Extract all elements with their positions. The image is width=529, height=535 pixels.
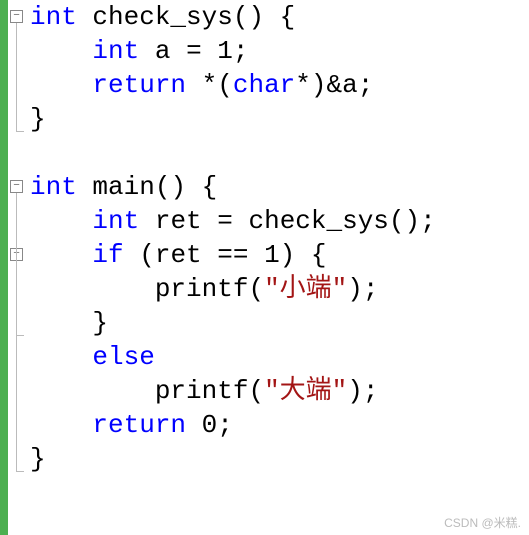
fold-guide-end: [16, 131, 24, 132]
fold-guide-line: [16, 23, 17, 131]
code-token: *(: [202, 70, 233, 100]
code-token: "大端": [264, 376, 347, 406]
code-token: 1: [217, 36, 233, 66]
code-line[interactable]: return *(char*)&a;: [30, 68, 529, 102]
code-token: check_sys: [92, 2, 232, 32]
code-token: [30, 36, 92, 66]
code-token: return: [92, 70, 201, 100]
code-line[interactable]: else: [30, 340, 529, 374]
fold-toggle-icon[interactable]: −: [10, 180, 23, 193]
code-token: if: [92, 240, 139, 270]
code-token: printf: [155, 274, 249, 304]
code-line[interactable]: int check_sys() {: [30, 0, 529, 34]
code-token: (ret ==: [139, 240, 264, 270]
code-token: *)&a;: [295, 70, 373, 100]
code-token: () {: [233, 2, 295, 32]
change-marker-gutter: [0, 0, 8, 535]
code-token: "小端": [264, 274, 347, 304]
code-token: 1: [264, 240, 280, 270]
code-token: =: [186, 36, 217, 66]
code-token: [30, 70, 92, 100]
code-line[interactable]: int main() {: [30, 170, 529, 204]
code-line[interactable]: int ret = check_sys();: [30, 204, 529, 238]
code-token: ret: [155, 206, 217, 236]
fold-gutter: −−−: [8, 0, 28, 535]
code-token: return: [92, 410, 201, 440]
code-token: [30, 274, 155, 304]
code-token: }: [30, 104, 46, 134]
code-token: () {: [155, 172, 217, 202]
code-area[interactable]: int check_sys() { int a = 1; return *(ch…: [28, 0, 529, 535]
code-token: [30, 342, 92, 372]
code-line[interactable]: printf("小端");: [30, 272, 529, 306]
code-line[interactable]: }: [30, 442, 529, 476]
code-token: a: [155, 36, 186, 66]
code-token: else: [92, 342, 154, 372]
code-line[interactable]: return 0;: [30, 408, 529, 442]
fold-toggle-icon[interactable]: −: [10, 10, 23, 23]
code-token: int: [92, 206, 154, 236]
code-token: 0: [202, 410, 218, 440]
code-token: =: [217, 206, 248, 236]
code-line[interactable]: if (ret == 1) {: [30, 238, 529, 272]
fold-guide-line: [16, 261, 17, 335]
code-line[interactable]: }: [30, 102, 529, 136]
code-token: ;: [233, 36, 249, 66]
code-token: check_sys: [248, 206, 388, 236]
code-line[interactable]: printf("大端");: [30, 374, 529, 408]
code-token: printf: [155, 376, 249, 406]
code-token: [30, 206, 92, 236]
code-token: [30, 376, 155, 406]
code-editor: −−− int check_sys() { int a = 1; return …: [0, 0, 529, 535]
code-token: int: [92, 36, 154, 66]
code-token: [30, 240, 92, 270]
code-token: ) {: [280, 240, 327, 270]
code-token: }: [30, 308, 108, 338]
code-line[interactable]: }: [30, 306, 529, 340]
code-token: (: [248, 376, 264, 406]
code-token: main: [92, 172, 154, 202]
fold-guide-end: [16, 335, 24, 336]
code-line[interactable]: [30, 136, 529, 170]
code-token: );: [347, 274, 378, 304]
code-token: );: [347, 376, 378, 406]
code-token: char: [233, 70, 295, 100]
fold-guide-end: [16, 471, 24, 472]
code-token: ();: [389, 206, 436, 236]
code-token: int: [30, 2, 92, 32]
code-token: ;: [217, 410, 233, 440]
code-token: (: [248, 274, 264, 304]
code-line[interactable]: int a = 1;: [30, 34, 529, 68]
watermark-text: CSDN @米糕.: [444, 514, 521, 531]
code-token: }: [30, 444, 46, 474]
code-token: [30, 410, 92, 440]
code-token: int: [30, 172, 92, 202]
